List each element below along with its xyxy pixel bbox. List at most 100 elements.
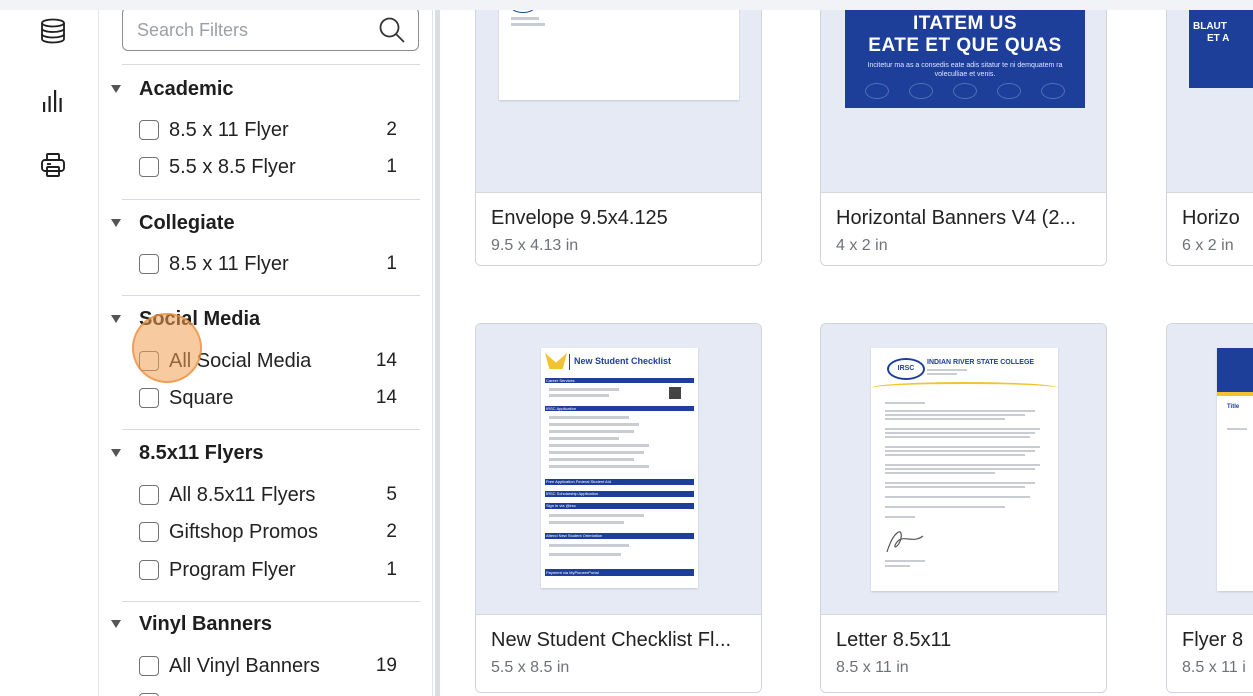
template-card-new-student-checklist[interactable]: New Student Checklist Career Services IR…	[475, 323, 762, 693]
filter-option[interactable]: Square 14	[139, 384, 397, 412]
filter-group-social-media[interactable]: Social Media	[111, 306, 260, 332]
filter-option-count: 1	[386, 253, 397, 274]
search-input[interactable]	[135, 18, 369, 42]
logo-watermark-icon	[1041, 83, 1065, 99]
checkbox[interactable]	[139, 560, 159, 580]
card-title: Horizo	[1182, 207, 1240, 229]
resize-bar	[435, 0, 440, 696]
banner-heading-2: EATE ET QUE QUAS	[868, 35, 1062, 56]
checklist-section: Attend New Student Orientation	[546, 533, 603, 538]
divider	[122, 199, 420, 200]
filter-option-count: 19	[375, 655, 397, 676]
search-icon[interactable]	[378, 16, 406, 44]
collapse-triangle-icon	[111, 315, 121, 323]
checklist-section: IRSC Scholarship Application	[546, 491, 599, 496]
filter-option-count: 1	[386, 156, 397, 177]
banner-heading-1: BLAUT	[1193, 21, 1227, 32]
card-size: 5.5 x 8.5 in	[491, 659, 570, 676]
logo-watermark-icon	[909, 83, 933, 99]
filter-group-vinyl-banners[interactable]: Vinyl Banners	[111, 611, 272, 637]
collapse-triangle-icon	[111, 85, 121, 93]
checklist-section: Sign in via @irsc	[546, 503, 576, 508]
card-thumbnail: IRSC INDIAN RIVER STATE COLLEGE	[821, 324, 1106, 614]
checkbox[interactable]	[139, 120, 159, 140]
filter-option[interactable]: All Vinyl Banners 19	[139, 652, 397, 680]
card-title: New Student Checklist Fl...	[491, 629, 732, 651]
card-info: Flyer 8 8.5 x 11 i	[1167, 614, 1253, 692]
filter-group-academic[interactable]: Academic	[111, 76, 234, 102]
checkbox[interactable]	[139, 388, 159, 408]
letter-org-name: INDIAN RIVER STATE COLLEGE	[927, 359, 1035, 366]
banner-logo-row	[855, 83, 1075, 99]
envelope-preview	[499, 0, 739, 100]
top-strip	[0, 0, 1253, 10]
filter-group-title: Vinyl Banners	[139, 612, 273, 635]
checkbox[interactable]	[139, 485, 159, 505]
irsc-logo-icon: IRSC	[887, 358, 925, 380]
left-rail	[0, 0, 99, 696]
search-box	[122, 7, 419, 51]
filter-option-label: 8.5 x 11 Flyer	[169, 118, 289, 141]
filter-option-count: 14	[375, 350, 397, 371]
divider	[122, 295, 420, 296]
checkbox[interactable]	[139, 157, 159, 177]
checkbox[interactable]	[139, 522, 159, 542]
filter-option[interactable]: 5.5 x 8.5 Flyer 1	[139, 153, 397, 181]
filter-option-count: 1	[386, 559, 397, 580]
card-size: 9.5 x 4.13 in	[491, 237, 579, 254]
filter-option[interactable]: 8.5 x 11 Flyer 1	[139, 250, 397, 278]
filter-option-count: 14	[375, 387, 397, 408]
filter-option-count: 2	[386, 119, 397, 140]
checklist-preview: New Student Checklist Career Services IR…	[541, 348, 698, 588]
card-size: 8.5 x 11 in	[836, 659, 909, 676]
card-info: New Student Checklist Fl... 5.5 x 8.5 in	[476, 614, 761, 692]
filter-option-label: All Social Media	[169, 349, 312, 372]
card-thumbnail: New Student Checklist Career Services IR…	[476, 324, 761, 614]
filter-option-count: 2	[386, 521, 397, 542]
filter-option-count: 5	[386, 484, 397, 505]
filter-option[interactable]: Program Flyer 1	[139, 556, 397, 584]
filter-option[interactable]: 8.5 x 11 Flyer 2	[139, 116, 397, 144]
printer-icon[interactable]	[38, 150, 68, 180]
card-thumbnail: BLAUT ET A	[1167, 0, 1253, 192]
template-card-flyer[interactable]: Title Flyer 8 8.5 x 11 i	[1166, 323, 1253, 693]
template-card-envelope[interactable]: Envelope 9.5x4.125 9.5 x 4.13 in	[475, 0, 762, 266]
banner-preview: ITATEM US EATE ET QUE QUAS Incitetur ma …	[845, 0, 1085, 108]
checkbox[interactable]	[139, 656, 159, 676]
filter-group-title: Academic	[139, 77, 234, 100]
collapse-triangle-icon	[111, 449, 121, 457]
filter-option[interactable]: All 8.5x11 Flyers 5	[139, 481, 397, 509]
checklist-section: Payment via MyPioneerPortal	[546, 570, 599, 575]
banner-heading-2: ET A	[1207, 33, 1230, 44]
flyer-preview: Title	[1217, 348, 1253, 591]
filter-group-collegiate[interactable]: Collegiate	[111, 210, 235, 236]
logo-watermark-icon	[997, 83, 1021, 99]
banner-heading-1: ITATEM US	[912, 13, 1018, 34]
card-info: Envelope 9.5x4.125 9.5 x 4.13 in	[476, 192, 761, 265]
filter-option[interactable]: Giftshop Promos 2	[139, 518, 397, 546]
template-card-horizontal-banner[interactable]: BLAUT ET A Horizo 6 x 2 in	[1166, 0, 1253, 266]
signature-icon	[886, 531, 924, 553]
template-card-horizontal-banners-v4[interactable]: ITATEM US EATE ET QUE QUAS Incitetur ma …	[820, 0, 1107, 266]
template-card-letter[interactable]: IRSC INDIAN RIVER STATE COLLEGE Letter 8…	[820, 323, 1107, 693]
divider	[122, 429, 420, 430]
card-info: Letter 8.5x11 8.5 x 11 in	[821, 614, 1106, 692]
checkbox[interactable]	[139, 254, 159, 274]
eagle-logo-icon	[545, 353, 567, 369]
database-icon[interactable]	[38, 16, 68, 46]
filter-option[interactable]: All Social Media 14	[139, 347, 397, 375]
banner-preview: BLAUT ET A	[1189, 0, 1253, 88]
checkbox[interactable]	[139, 351, 159, 371]
filter-option-label: All 8.5x11 Flyers	[169, 483, 316, 506]
bar-chart-icon[interactable]	[38, 86, 68, 116]
filter-panel: Academic 8.5 x 11 Flyer 2 5.5 x 8.5 Flye…	[99, 0, 431, 696]
flyer-title: Title	[1227, 404, 1240, 410]
card-thumbnail: Title	[1167, 324, 1253, 614]
filter-option-label: 8.5 x 11 Flyer	[169, 252, 289, 275]
filter-group-title: 8.5x11 Flyers	[139, 441, 264, 464]
filter-group-8-5x11-flyers[interactable]: 8.5x11 Flyers	[111, 440, 264, 466]
filter-option[interactable]	[139, 689, 397, 696]
checklist-section: Free Application Federal Student Aid	[546, 479, 611, 484]
filter-group-title: Collegiate	[139, 211, 235, 234]
filter-option-label: Program Flyer	[169, 558, 296, 581]
